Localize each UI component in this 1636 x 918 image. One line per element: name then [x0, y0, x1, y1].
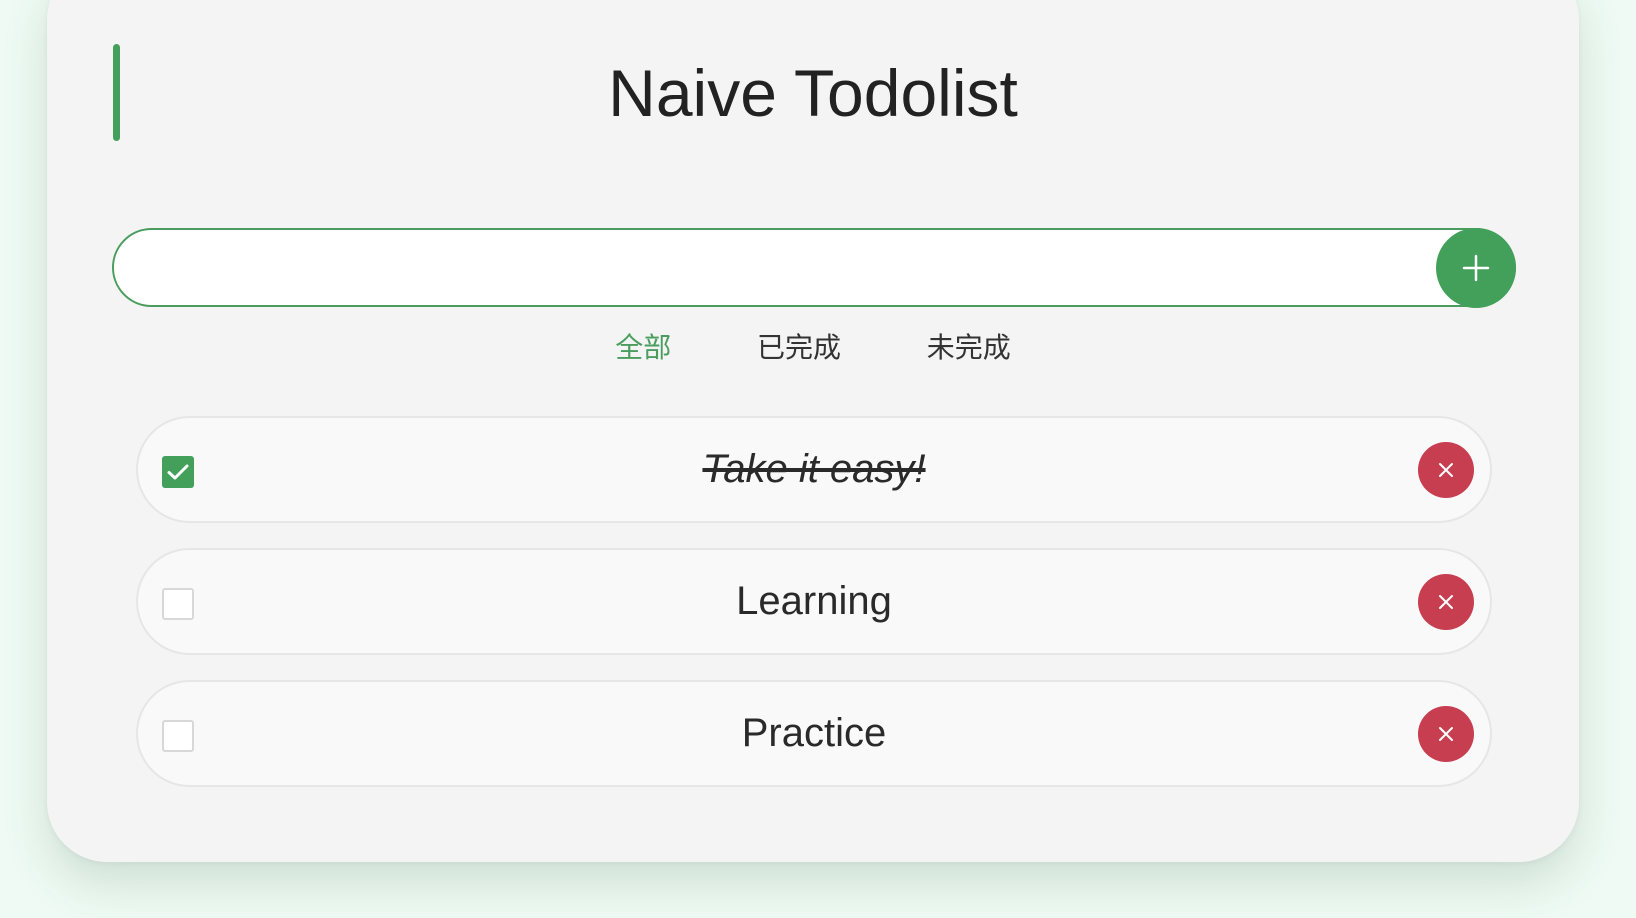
- add-todo-button[interactable]: [1436, 228, 1516, 308]
- close-icon: [1439, 463, 1453, 477]
- todo-text: Learning: [736, 579, 892, 623]
- delete-todo-button[interactable]: [1418, 442, 1474, 498]
- delete-todo-button[interactable]: [1418, 706, 1474, 762]
- todo-text: Take it easy!: [702, 447, 926, 491]
- close-icon: [1439, 727, 1453, 741]
- todo-item: Take it easy!: [136, 416, 1492, 523]
- delete-todo-button[interactable]: [1418, 574, 1474, 630]
- todo-item: Practice: [136, 680, 1492, 787]
- todo-input[interactable]: [112, 228, 1516, 307]
- check-icon: [167, 464, 189, 480]
- plus-icon: [1462, 254, 1490, 282]
- page-title: Naive Todolist: [608, 56, 1018, 130]
- todo-card: Naive Todolist 全部 已完成 未完成 Take it easy!: [47, 0, 1579, 862]
- filter-tabs: 全部 已完成 未完成: [47, 331, 1579, 365]
- filter-uncompleted[interactable]: 未完成: [927, 331, 1011, 365]
- todo-text: Practice: [741, 711, 887, 755]
- filter-all[interactable]: 全部: [615, 331, 671, 365]
- todo-item: Learning: [136, 548, 1492, 655]
- filter-completed[interactable]: 已完成: [757, 331, 841, 365]
- todo-checkbox[interactable]: [162, 456, 194, 488]
- todo-checkbox[interactable]: [162, 588, 194, 620]
- close-icon: [1439, 595, 1453, 609]
- todo-checkbox[interactable]: [162, 720, 194, 752]
- todo-list: Take it easy! Learning Practice: [136, 416, 1492, 812]
- todo-input-group: [112, 228, 1516, 308]
